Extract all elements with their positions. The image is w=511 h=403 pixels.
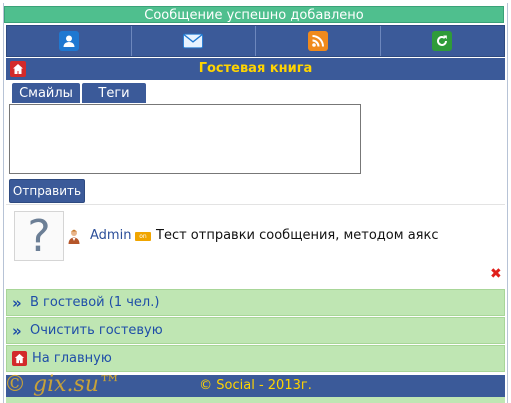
double-chevron-icon: » (12, 293, 22, 312)
home-link[interactable]: На главную (6, 345, 505, 372)
guests-online-link[interactable]: » В гостевой (1 чел.) (6, 289, 505, 316)
clear-guestbook-label: Очистить гостевую (30, 323, 163, 338)
icon-toolbar (6, 25, 505, 57)
bottom-links: » В гостевой (1 чел.) » Очистить гостеву… (6, 289, 505, 373)
post-author[interactable]: Admin (90, 228, 131, 243)
mail-icon (183, 31, 204, 51)
tab-tags[interactable]: Теги (82, 83, 146, 103)
divider (6, 204, 505, 205)
guests-online-label: В гостевой (1 чел.) (30, 295, 160, 310)
tab-smiles[interactable]: Смайлы (12, 83, 80, 103)
rss-button[interactable] (256, 26, 381, 56)
refresh-icon (432, 31, 453, 51)
home-link-label: На главную (32, 351, 112, 366)
admin-user-icon (68, 229, 80, 244)
post-text: Тест отправки сообщения, методом аякс (156, 228, 439, 243)
page-title: Гостевая книга (198, 61, 313, 76)
home-icon (12, 351, 27, 366)
avatar: ? (14, 211, 64, 262)
user-icon (58, 31, 79, 51)
footer-strip (6, 397, 505, 403)
guestbook-header: Гостевая книга (6, 58, 505, 80)
double-chevron-icon: » (12, 321, 22, 340)
rss-icon (307, 31, 328, 51)
online-status-badge: on (135, 232, 151, 241)
guestbook-post: ? Admin on Тест отправки сообщения, мето… (6, 206, 505, 288)
profile-button[interactable] (7, 26, 132, 56)
send-button[interactable]: Отправить (9, 179, 85, 203)
success-notice: Сообщение успешно добавлено (4, 6, 504, 23)
editor-tabs: Смайлы Теги (12, 83, 146, 103)
message-input[interactable] (9, 104, 361, 174)
mail-button[interactable] (132, 26, 256, 56)
watermark: © gix.su™ (4, 372, 121, 397)
refresh-button[interactable] (381, 26, 505, 56)
clear-guestbook-link[interactable]: » Очистить гостевую (6, 317, 505, 344)
delete-icon[interactable]: ✖ (490, 267, 502, 281)
